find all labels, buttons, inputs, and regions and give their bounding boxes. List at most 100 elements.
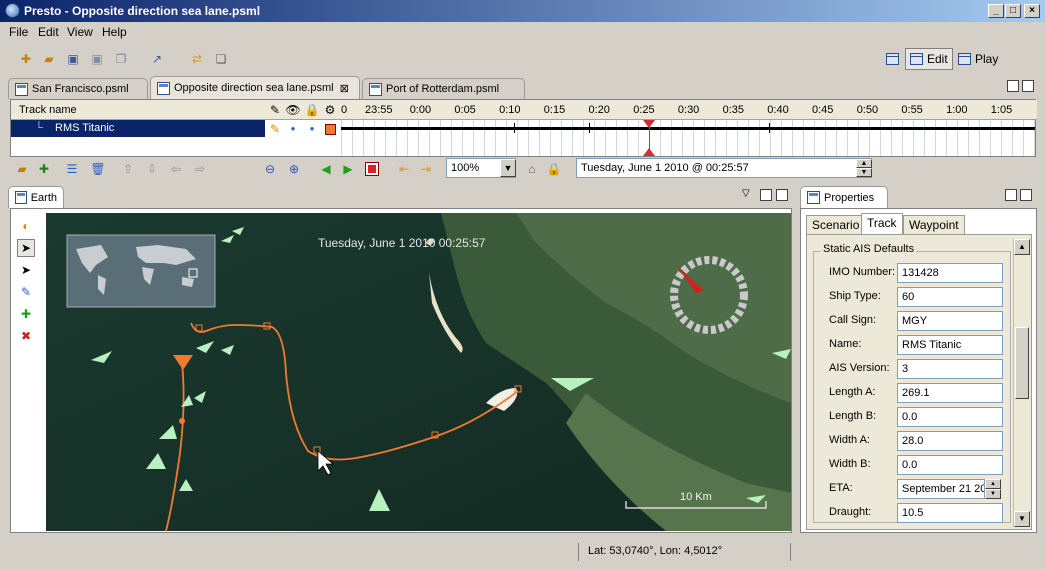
time-lock-icon[interactable]: 🔒 xyxy=(546,161,562,177)
select-tool-icon[interactable]: ➤ xyxy=(17,239,35,257)
locked-dot-icon[interactable]: ● xyxy=(304,121,320,137)
maximize-view-button[interactable] xyxy=(1020,189,1032,201)
move-right-icon[interactable]: ⇨ xyxy=(192,161,208,177)
scroll-up-icon[interactable]: ▲ xyxy=(1014,239,1030,255)
menu-help[interactable]: Help xyxy=(102,25,127,39)
properties-scrollbar[interactable]: ▲ ▼ xyxy=(1013,239,1030,527)
step-forward-icon[interactable]: ⇥ xyxy=(418,161,434,177)
property-row: Call Sign: MGY xyxy=(829,311,1004,331)
maximize-view-button[interactable] xyxy=(776,189,788,201)
edit-list-icon[interactable]: ☰ xyxy=(64,161,80,177)
property-field[interactable]: 28.0 xyxy=(897,431,1003,451)
tab-san-francisco[interactable]: San Francisco.psml xyxy=(8,78,148,99)
stop-icon[interactable] xyxy=(364,161,380,177)
pointer-tool-icon[interactable]: ➤ xyxy=(17,261,35,279)
minimize-view-button[interactable] xyxy=(1007,80,1019,92)
menu-edit[interactable]: Edit xyxy=(38,25,59,39)
step-back-icon[interactable]: ⇤ xyxy=(396,161,412,177)
property-field[interactable]: 60 xyxy=(897,287,1003,307)
property-field[interactable]: 0.0 xyxy=(897,455,1003,475)
property-field[interactable]: MGY xyxy=(897,311,1003,331)
tab-properties[interactable]: Properties xyxy=(800,186,888,208)
datetime-up-icon[interactable]: ▲ xyxy=(856,159,872,168)
zoom-out-icon[interactable]: ⊖ xyxy=(262,161,278,177)
scroll-thumb[interactable] xyxy=(1015,327,1029,399)
add-waypoint-icon[interactable]: ✚ xyxy=(36,161,52,177)
move-left-icon[interactable]: ⇦ xyxy=(168,161,184,177)
coordinates-readout: Lat: 53,0740°, Lon: 4,5012° xyxy=(588,545,723,557)
maximize-button[interactable]: □ xyxy=(1005,4,1021,18)
delete-track-icon[interactable]: 🗑 xyxy=(90,161,106,177)
minimize-button[interactable]: _ xyxy=(988,4,1004,18)
new-perspective-button[interactable] xyxy=(882,48,903,70)
property-field[interactable]: 10.5 xyxy=(897,503,1003,523)
add-point-icon[interactable]: ✚ xyxy=(17,305,35,323)
waypoint-marker[interactable] xyxy=(769,123,770,133)
editor-tabs: San Francisco.psml Opposite direction se… xyxy=(8,76,1038,99)
sync-icon[interactable]: ⇄ xyxy=(188,50,206,68)
export-icon[interactable]: ↗ xyxy=(148,50,166,68)
datetime-down-icon[interactable]: ▼ xyxy=(856,168,872,177)
perspective-play[interactable]: Play xyxy=(954,48,1002,70)
home-icon[interactable]: ⌂ xyxy=(524,161,540,177)
track-row[interactable]: └ RMS Titanic xyxy=(11,120,265,137)
play-forward-icon[interactable]: ▶ xyxy=(340,161,356,177)
maximize-view-button[interactable] xyxy=(1022,80,1034,92)
pencil-icon[interactable]: ✎ xyxy=(267,102,283,118)
property-field[interactable]: 269.1 xyxy=(897,383,1003,403)
settings-icon[interactable]: ⚙ xyxy=(322,102,338,118)
view-menu-icon[interactable]: ▽ xyxy=(742,188,750,199)
playhead-handle-icon[interactable] xyxy=(643,120,655,128)
tab-scenario[interactable]: Scenario xyxy=(806,215,866,234)
eta-up-icon[interactable]: ▲ xyxy=(985,479,1001,489)
track-color-icon[interactable] xyxy=(322,121,338,137)
zoom-dropdown-icon[interactable]: ▼ xyxy=(500,159,516,177)
scroll-down-icon[interactable]: ▼ xyxy=(1014,511,1030,527)
open-folder-icon[interactable]: ▰ xyxy=(40,50,58,68)
perspective-edit[interactable]: Edit xyxy=(905,48,953,70)
tab-waypoint[interactable]: Waypoint xyxy=(903,215,965,234)
property-field[interactable]: September 21 20 xyxy=(897,479,985,499)
property-field[interactable]: 0.0 xyxy=(897,407,1003,427)
zoom-in-icon[interactable]: ⊕ xyxy=(286,161,302,177)
tab-opposite-direction[interactable]: Opposite direction sea lane.psml ⊠ xyxy=(150,76,360,99)
save-icon[interactable]: ▣ xyxy=(64,50,82,68)
edit-track-icon[interactable]: ✎ xyxy=(267,121,283,137)
save-all-icon[interactable]: ❐ xyxy=(112,50,130,68)
play-backward-icon[interactable]: ◀ xyxy=(318,161,334,177)
waypoint-marker[interactable] xyxy=(589,123,590,133)
track-timeline-bar[interactable] xyxy=(341,127,1035,130)
save-as-icon[interactable]: ▣ xyxy=(88,50,106,68)
move-down-icon[interactable]: ⇩ xyxy=(144,161,160,177)
minimize-view-button[interactable] xyxy=(760,189,772,201)
property-field[interactable]: 131428 xyxy=(897,263,1003,283)
close-button[interactable]: × xyxy=(1024,4,1040,18)
time-tick-label: 23:55 xyxy=(365,104,393,116)
eta-down-icon[interactable]: ▼ xyxy=(985,489,1001,499)
waypoint-marker[interactable] xyxy=(514,123,515,133)
menu-file[interactable]: File xyxy=(9,25,28,39)
eye-icon[interactable]: 👁 xyxy=(285,102,301,118)
property-field[interactable]: 3 xyxy=(897,359,1003,379)
time-tick-label: 0:00 xyxy=(409,104,432,116)
minimize-view-button[interactable] xyxy=(1005,189,1017,201)
property-field[interactable]: RMS Titanic xyxy=(897,335,1003,355)
datetime-field[interactable]: Tuesday, June 1 2010 @ 00:25:57 xyxy=(576,158,872,178)
map-canvas[interactable]: Tuesday, June 1 2010 00:25:57 10 Km xyxy=(46,213,791,531)
new-file-icon[interactable]: ✚ xyxy=(17,50,35,68)
draw-track-icon[interactable]: ✎ xyxy=(17,283,35,301)
visible-dot-icon[interactable]: ● xyxy=(285,121,301,137)
close-tab-icon[interactable]: ⊠ xyxy=(340,82,349,95)
remove-point-icon[interactable]: ✖ xyxy=(17,327,35,345)
copy-icon[interactable]: ❏ xyxy=(212,50,230,68)
time-tick-label: 0:15 xyxy=(543,104,566,116)
globe-tool-icon[interactable]: ◐ xyxy=(17,217,35,235)
lock-icon[interactable]: 🔒 xyxy=(304,102,320,118)
menu-view[interactable]: View xyxy=(67,25,93,39)
status-bar: Lat: 53,0740°, Lon: 4,5012° xyxy=(0,537,1045,569)
tab-port-of-rotterdam[interactable]: Port of Rotterdam.psml xyxy=(362,78,525,99)
open-track-icon[interactable]: ▰ xyxy=(14,161,30,177)
move-up-icon[interactable]: ⇧ xyxy=(120,161,136,177)
tab-track[interactable]: Track xyxy=(861,213,903,234)
tab-earth[interactable]: Earth xyxy=(8,186,64,208)
